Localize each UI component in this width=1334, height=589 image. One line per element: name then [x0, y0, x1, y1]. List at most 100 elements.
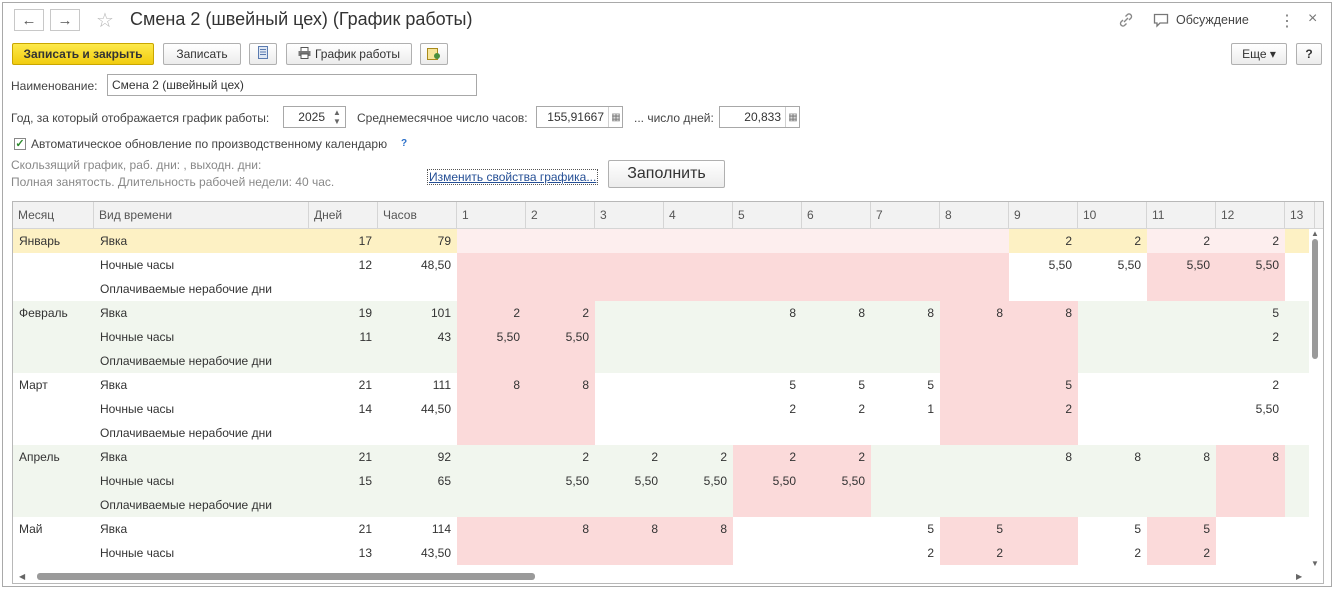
day-cell[interactable]: [871, 421, 940, 445]
day-cell[interactable]: [1147, 397, 1216, 421]
help-button[interactable]: ?: [1296, 43, 1322, 65]
discussion-link[interactable]: Обсуждение: [1176, 13, 1249, 27]
time-kind-cell[interactable]: Явка: [94, 301, 309, 325]
month-cell[interactable]: Январь: [13, 229, 94, 253]
day-cell[interactable]: [457, 493, 526, 517]
forward-button[interactable]: →: [50, 9, 80, 31]
day-cell[interactable]: [733, 421, 802, 445]
days-cell[interactable]: 12: [309, 253, 378, 277]
table-row[interactable]: Оплачиваемые нерабочие дни: [13, 277, 1323, 301]
time-kind-cell[interactable]: Ночные часы: [94, 469, 309, 493]
table-row[interactable]: Март Явка 21 111 8 8 5 5 5 5 2: [13, 373, 1323, 397]
hours-cell[interactable]: [378, 493, 457, 517]
day-cell[interactable]: [940, 325, 1009, 349]
day-cell[interactable]: [1078, 469, 1147, 493]
day-cell[interactable]: [802, 277, 871, 301]
vertical-scroll-thumb[interactable]: [1312, 239, 1318, 359]
month-cell[interactable]: Март: [13, 373, 94, 397]
close-icon[interactable]: ×: [1308, 10, 1317, 28]
column-header[interactable]: Вид времени: [94, 202, 309, 228]
column-header[interactable]: 11: [1147, 202, 1216, 228]
horizontal-scrollbar[interactable]: ◀ ▶: [13, 570, 1323, 583]
day-cell[interactable]: [802, 421, 871, 445]
day-cell[interactable]: [664, 325, 733, 349]
day-cell[interactable]: 2: [802, 445, 871, 469]
day-cell[interactable]: [664, 349, 733, 373]
day-cell[interactable]: [457, 445, 526, 469]
link-icon[interactable]: [1118, 12, 1134, 31]
column-header[interactable]: Часов: [378, 202, 457, 228]
day-cell[interactable]: [595, 373, 664, 397]
day-cell[interactable]: [457, 397, 526, 421]
back-button[interactable]: ←: [14, 9, 44, 31]
day-cell[interactable]: 2: [1009, 229, 1078, 253]
table-row[interactable]: Оплачиваемые нерабочие дни: [13, 421, 1323, 445]
vertical-scrollbar[interactable]: ▲ ▼: [1309, 229, 1321, 569]
auto-update-checkbox[interactable]: ✓: [14, 138, 26, 150]
day-cell[interactable]: [595, 421, 664, 445]
day-cell[interactable]: 5,50: [1216, 397, 1285, 421]
day-cell[interactable]: [940, 493, 1009, 517]
day-cell[interactable]: 5: [1078, 517, 1147, 541]
save-and-close-button[interactable]: Записать и закрыть: [12, 43, 154, 65]
favorite-star-icon[interactable]: ☆: [96, 8, 114, 33]
day-cell[interactable]: [595, 541, 664, 565]
document-button[interactable]: [249, 43, 277, 65]
column-header[interactable]: 9: [1009, 202, 1078, 228]
month-cell[interactable]: [13, 493, 94, 517]
scroll-down-icon[interactable]: ▼: [1311, 559, 1319, 568]
days-cell[interactable]: [309, 493, 378, 517]
day-cell[interactable]: [940, 229, 1009, 253]
day-cell[interactable]: 8: [526, 373, 595, 397]
year-down-icon[interactable]: ▼: [333, 117, 341, 126]
day-cell[interactable]: [664, 397, 733, 421]
day-cell[interactable]: [733, 541, 802, 565]
day-cell[interactable]: [1147, 421, 1216, 445]
days-cell[interactable]: 21: [309, 445, 378, 469]
days-cell[interactable]: 21: [309, 373, 378, 397]
day-cell[interactable]: 2: [1216, 373, 1285, 397]
day-cell[interactable]: [871, 253, 940, 277]
day-cell[interactable]: 2: [1147, 541, 1216, 565]
day-cell[interactable]: 8: [802, 301, 871, 325]
day-cell[interactable]: 2: [664, 445, 733, 469]
day-cell[interactable]: [871, 325, 940, 349]
time-kind-cell[interactable]: Оплачиваемые нерабочие дни: [94, 421, 309, 445]
day-cell[interactable]: 2: [733, 397, 802, 421]
calculator-icon[interactable]: ▦: [785, 107, 800, 127]
column-header[interactable]: 1: [457, 202, 526, 228]
day-cell[interactable]: [1078, 397, 1147, 421]
column-header[interactable]: 12: [1216, 202, 1285, 228]
day-cell[interactable]: [802, 541, 871, 565]
day-cell[interactable]: 5,50: [802, 469, 871, 493]
day-cell[interactable]: [1009, 517, 1078, 541]
day-cell[interactable]: [595, 301, 664, 325]
hours-cell[interactable]: 79: [378, 229, 457, 253]
more-actions-button[interactable]: Еще ▾: [1231, 43, 1287, 65]
month-cell[interactable]: [13, 325, 94, 349]
hours-cell[interactable]: 92: [378, 445, 457, 469]
day-cell[interactable]: [1147, 325, 1216, 349]
day-cell[interactable]: [1078, 421, 1147, 445]
day-cell[interactable]: [733, 277, 802, 301]
day-cell[interactable]: 2: [1009, 397, 1078, 421]
day-cell[interactable]: [457, 229, 526, 253]
day-cell[interactable]: 8: [1216, 445, 1285, 469]
table-row[interactable]: Ночные часы 12 48,50 5,50 5,50 5,50 5,50: [13, 253, 1323, 277]
column-header[interactable]: 2: [526, 202, 595, 228]
table-row[interactable]: Оплачиваемые нерабочие дни: [13, 349, 1323, 373]
day-cell[interactable]: [871, 493, 940, 517]
hours-cell[interactable]: [378, 277, 457, 301]
day-cell[interactable]: [664, 421, 733, 445]
hours-cell[interactable]: 43: [378, 325, 457, 349]
day-cell[interactable]: 8: [595, 517, 664, 541]
day-cell[interactable]: [457, 421, 526, 445]
horizontal-scroll-thumb[interactable]: [37, 573, 535, 580]
day-cell[interactable]: [802, 325, 871, 349]
table-row[interactable]: Ночные часы 14 44,50 2 2 1 2 5,50: [13, 397, 1323, 421]
hours-cell[interactable]: 101: [378, 301, 457, 325]
day-cell[interactable]: [1216, 277, 1285, 301]
month-cell[interactable]: [13, 469, 94, 493]
column-header[interactable]: Месяц: [13, 202, 94, 228]
day-cell[interactable]: 5,50: [1078, 253, 1147, 277]
